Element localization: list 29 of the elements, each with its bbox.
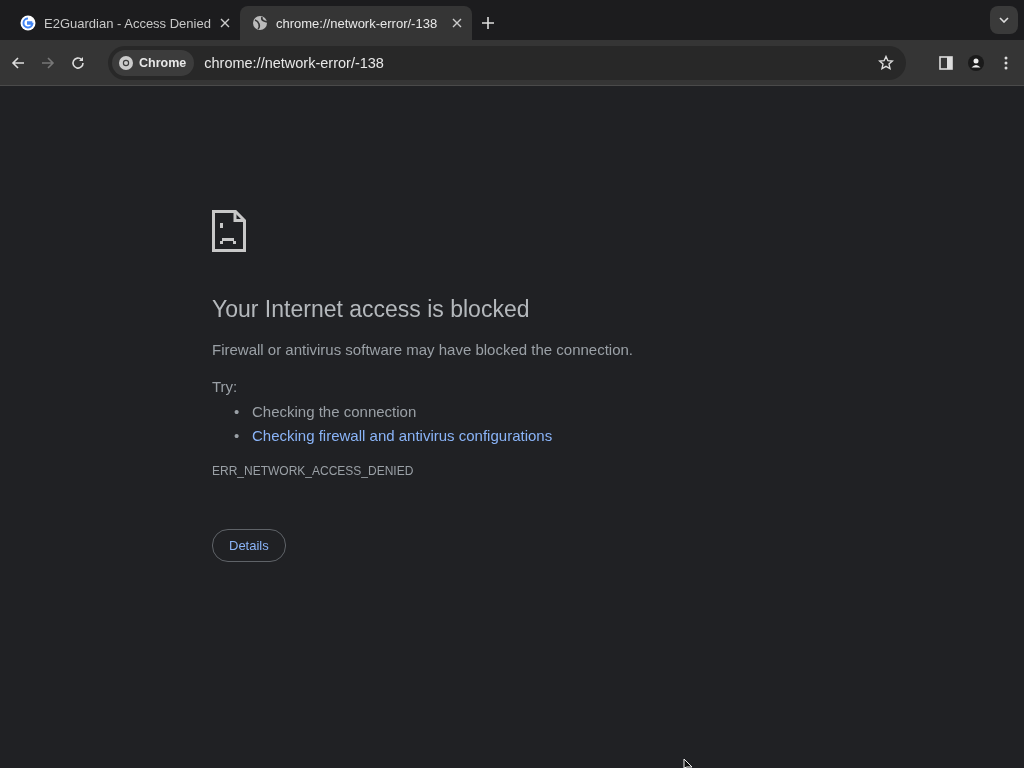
- chrome-icon: [118, 54, 134, 71]
- sad-page-icon: [212, 210, 246, 252]
- error-message: Firewall or antivirus software may have blocked the connection.: [212, 341, 635, 358]
- star-icon[interactable]: [878, 54, 894, 71]
- bullet: •: [234, 426, 240, 446]
- suggestion-link[interactable]: Checking firewall and antivirus configurations: [252, 424, 553, 448]
- back-icon[interactable]: [10, 54, 26, 71]
- error-code: ERR_NETWORK_ACCESS_DENIED: [212, 464, 415, 478]
- side-panel-icon[interactable]: [938, 54, 954, 71]
- chevron-down-icon: [999, 17, 1009, 23]
- url-text: chrome://network-error/-138: [204, 54, 385, 71]
- tab-search-button[interactable]: [990, 6, 1018, 34]
- globe-icon: [252, 15, 268, 31]
- close-icon[interactable]: [220, 18, 230, 28]
- error-heading: Your Internet access is blocked: [212, 296, 531, 323]
- google-icon: [20, 15, 36, 31]
- browser-tab[interactable]: E2Guardian - Access Denied: [8, 6, 240, 40]
- details-button[interactable]: Details: [212, 529, 286, 562]
- try-label: Try:: [212, 378, 239, 395]
- address-bar[interactable]: Chrome chrome://network-error/-138: [108, 45, 906, 80]
- suggestion-text: Checking the connection: [252, 402, 417, 422]
- mouse-cursor-icon: [683, 759, 693, 768]
- close-icon[interactable]: [452, 18, 462, 28]
- site-chip[interactable]: Chrome: [112, 49, 195, 76]
- reload-icon[interactable]: [70, 54, 86, 71]
- browser-tab[interactable]: chrome://network-error/-138: [240, 6, 472, 40]
- bullet: •: [234, 402, 240, 422]
- profile-icon[interactable]: [968, 54, 984, 71]
- new-tab-icon[interactable]: [482, 17, 494, 29]
